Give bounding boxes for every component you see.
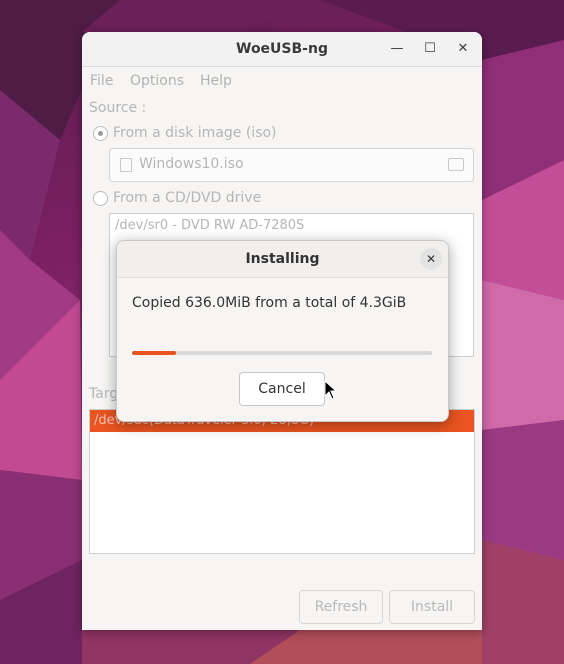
title-bar: WoeUSB-ng — ☐ ✕ [82,32,482,67]
menu-options[interactable]: Options [130,73,184,89]
disk-image-label: From a disk image (iso) [113,125,277,141]
dialog-close-button[interactable]: ✕ [420,248,442,270]
mouse-cursor-icon [324,379,338,404]
cd-drive-item[interactable]: /dev/sr0 - DVD RW AD-7280S [115,218,304,233]
menu-bar: File Options Help [82,67,482,93]
cd-dvd-label: From a CD/DVD drive [113,190,262,206]
cd-dvd-radio[interactable] [93,191,108,206]
menu-help[interactable]: Help [200,73,232,89]
file-icon [120,158,132,172]
menu-file[interactable]: File [90,73,113,89]
close-window-button[interactable]: ✕ [452,38,474,60]
iso-file-chooser[interactable]: Windows10.iso [109,148,474,182]
refresh-button[interactable]: Refresh [299,590,383,624]
target-label: Targ [89,386,119,402]
dialog-title-bar: Installing ✕ [117,241,448,278]
iso-filename: Windows10.iso [139,156,244,172]
cancel-button[interactable]: Cancel [239,372,325,406]
dialog-title: Installing [245,251,320,267]
source-label: Source : [89,100,147,116]
installing-dialog: Installing ✕ Copied 636.0MiB from a tota… [116,240,449,422]
minimize-button[interactable]: — [386,38,408,60]
maximize-button[interactable]: ☐ [419,38,441,60]
disk-image-radio[interactable] [93,126,108,141]
progress-bar [132,351,432,355]
target-device-list[interactable]: /dev/sdc(DataTraveler 3.0, 28,8G) [89,409,475,554]
progress-message: Copied 636.0MiB from a total of 4.3GiB [132,295,407,311]
progress-bar-fill [132,351,176,355]
install-button[interactable]: Install [389,590,475,624]
folder-icon[interactable] [448,158,464,171]
